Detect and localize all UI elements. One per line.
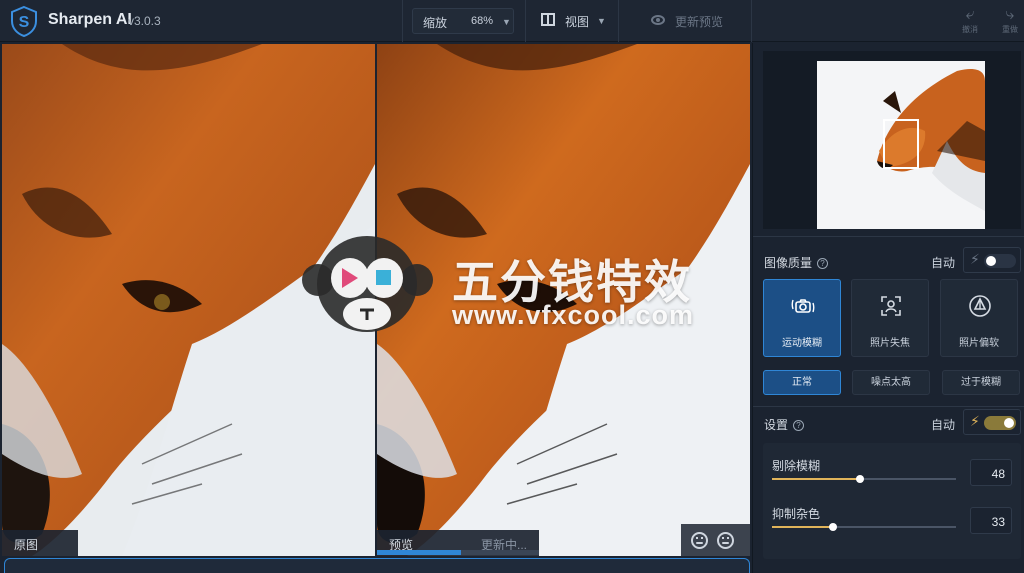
- focus-frame-person-icon: [881, 296, 901, 316]
- sharpen-ai-logo-icon: S: [11, 5, 37, 37]
- help-icon[interactable]: ?: [793, 420, 805, 431]
- slider-handle[interactable]: [856, 475, 865, 483]
- settings-sliders-box: 剔除模糊 48 抑制杂色 33: [763, 443, 1021, 559]
- watermark-url: www.vfxcool.com: [452, 300, 695, 330]
- section-divider: [753, 236, 1024, 237]
- chevron-down-icon: ▼: [597, 16, 606, 26]
- level-too-noisy-button[interactable]: 噪点太高: [852, 370, 930, 395]
- zoom-label: 缩放: [423, 16, 448, 30]
- compare-faces-control: [681, 524, 750, 556]
- slider-handle[interactable]: [828, 523, 837, 531]
- face-right-icon[interactable]: [717, 532, 734, 549]
- suppress-noise-slider[interactable]: [772, 523, 956, 531]
- remove-blur-label: 剔除模糊: [772, 459, 821, 473]
- app-version: v3.0.3: [128, 14, 161, 28]
- redo-button[interactable]: ⤷ 重做: [995, 5, 1024, 37]
- toggle-knob: [986, 256, 996, 266]
- suppress-noise-value[interactable]: 33: [970, 507, 1012, 534]
- toggle-knob: [1004, 418, 1014, 428]
- remove-blur-value[interactable]: 48: [970, 459, 1012, 486]
- zoom-value: 68%: [471, 15, 494, 27]
- original-label-bar: 原图: [2, 530, 78, 556]
- slider-fill: [772, 526, 833, 528]
- face-left-icon[interactable]: [691, 532, 708, 549]
- mode-out-of-focus[interactable]: 照片失焦: [851, 279, 929, 357]
- image-quality-auto-label: 自动: [931, 256, 956, 270]
- navigator-viewport-rect[interactable]: [883, 119, 919, 169]
- remove-blur-slider[interactable]: [772, 475, 956, 483]
- image-quality-label: 图像质量: [764, 256, 813, 270]
- undo-button[interactable]: ⤶ 撤消: [955, 5, 985, 37]
- toolbar-divider: [751, 0, 752, 42]
- watermark-monkey-logo: [302, 236, 433, 332]
- zoom-dropdown[interactable]: 缩放 68% ▼: [412, 8, 514, 34]
- motion-blur-camera-icon: [791, 299, 815, 313]
- bottom-panel-tab[interactable]: [4, 558, 750, 573]
- redo-arrow-icon: ⤷: [1005, 6, 1015, 23]
- redo-label: 重做: [1002, 25, 1018, 34]
- settings-auto-toggle[interactable]: ⚡: [963, 409, 1021, 435]
- toolbar-divider: [525, 0, 526, 42]
- suppress-noise-label: 抑制杂色: [772, 507, 821, 521]
- original-label: 原图: [14, 538, 39, 552]
- level-normal-button[interactable]: 正常: [763, 370, 841, 395]
- preview-progress-fill: [377, 550, 462, 555]
- settings-label: 设置: [764, 418, 789, 432]
- mode-label: 运动模糊: [782, 338, 822, 349]
- update-preview-label: 更新预览: [675, 15, 724, 29]
- eye-icon: [651, 15, 665, 25]
- app-name: Sharpen AI: [48, 11, 132, 28]
- help-icon[interactable]: ?: [817, 258, 829, 269]
- mode-label: 照片偏软: [959, 338, 999, 349]
- split-view-icon: [541, 13, 555, 26]
- svg-text:S: S: [19, 14, 30, 31]
- toggle-switch: [984, 254, 1016, 268]
- settings-auto-label: 自动: [931, 418, 956, 432]
- image-quality-auto-toggle[interactable]: ⚡: [963, 247, 1021, 273]
- view-label: 视图: [565, 15, 590, 29]
- section-divider: [753, 406, 1024, 407]
- mode-too-soft[interactable]: 照片偏软: [940, 279, 1018, 357]
- slider-fill: [772, 478, 861, 480]
- navigator-panel: [763, 51, 1021, 229]
- settings-sidebar: 图像质量? 自动 ⚡ 运动模糊 照片失焦 照片偏软 正常 噪点太高 过于模糊 设…: [752, 43, 1024, 573]
- preview-progress-bar: [377, 550, 539, 555]
- navigator-thumbnail[interactable]: [817, 61, 985, 229]
- chevron-down-icon: ▼: [502, 17, 511, 27]
- level-too-blurry-button[interactable]: 过于模糊: [942, 370, 1020, 395]
- toolbar-divider: [618, 0, 619, 42]
- mode-label: 照片失焦: [870, 338, 910, 349]
- settings-title: 设置?: [764, 416, 805, 433]
- soft-drop-icon: [969, 295, 991, 317]
- undo-arrow-icon: ⤶: [965, 6, 975, 23]
- lightning-bolt-icon: ⚡: [970, 251, 980, 267]
- mode-motion-blur[interactable]: 运动模糊: [763, 279, 841, 357]
- image-quality-title: 图像质量?: [764, 254, 829, 271]
- lightning-bolt-icon: ⚡: [970, 413, 980, 429]
- top-toolbar: S Sharpen AI v3.0.3 缩放 68% ▼ 视图 ▼ 更新预览 ⤶…: [0, 0, 1024, 42]
- toolbar-divider: [402, 0, 403, 42]
- undo-label: 撤消: [962, 25, 978, 34]
- toggle-switch: [984, 416, 1016, 430]
